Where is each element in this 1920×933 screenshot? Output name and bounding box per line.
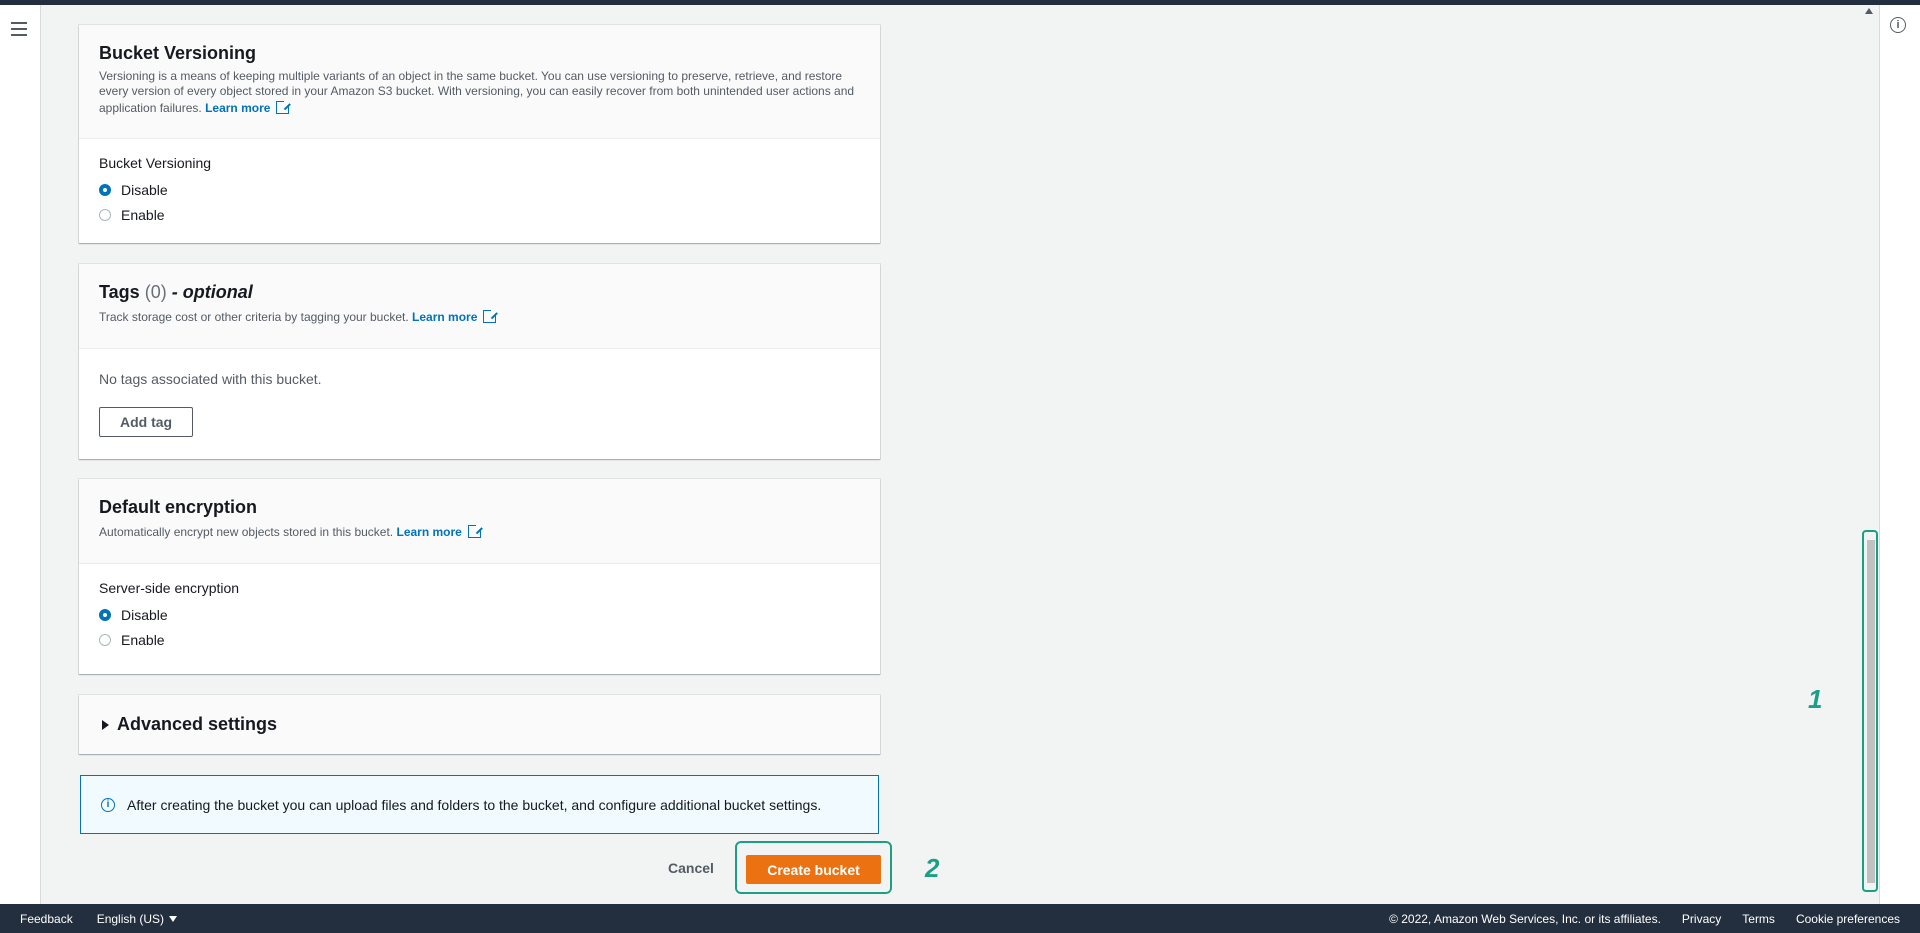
privacy-link[interactable]: Privacy (1682, 912, 1721, 926)
panel-description: Versioning is a means of keeping multipl… (99, 69, 860, 116)
panel-body: Server-side encryption Disable Enable (79, 564, 880, 668)
scrollbar[interactable] (1862, 530, 1878, 892)
tags-panel: Tags (0) - optional Track storage cost o… (79, 264, 880, 459)
cookie-preferences-link[interactable]: Cookie preferences (1796, 912, 1900, 926)
top-bar (0, 0, 1920, 5)
scroll-up-arrow[interactable] (1865, 8, 1873, 14)
tags-title: Tags (99, 282, 140, 302)
right-tools-rail (1879, 5, 1920, 904)
create-bucket-button[interactable]: Create bucket (746, 855, 881, 884)
panel-body: Bucket Versioning Disable Enable (79, 139, 880, 243)
description-text: Automatically encrypt new objects stored… (99, 525, 394, 539)
radio-button[interactable] (99, 208, 111, 221)
info-icon: i (101, 797, 115, 812)
panel-description: Automatically encrypt new objects stored… (99, 523, 860, 540)
info-alert: i After creating the bucket you can uplo… (80, 775, 879, 834)
info-alert-text: After creating the bucket you can upload… (127, 796, 822, 813)
footer: Feedback English (US) © 2022, Amazon Web… (0, 904, 1920, 933)
radio-label: Disable (121, 606, 168, 623)
caret-right-icon (102, 719, 109, 730)
language-selector[interactable]: English (US) (96, 911, 178, 926)
panel-header: Default encryption Automatically encrypt… (79, 479, 880, 564)
default-encryption-panel: Default encryption Automatically encrypt… (79, 479, 880, 674)
create-bucket-highlight: Create bucket (735, 841, 892, 894)
field-label: Bucket Versioning (99, 155, 212, 171)
panel-title: Bucket Versioning (99, 43, 257, 63)
left-nav-rail (0, 5, 41, 904)
empty-tags-text: No tags associated with this bucket. (99, 371, 322, 387)
panel-title: Tags (0) - optional (99, 282, 860, 303)
radio-label: Disable (121, 181, 168, 198)
panel-description: Track storage cost or other criteria by … (99, 308, 860, 325)
menu-icon[interactable] (11, 22, 27, 36)
description-text: Track storage cost or other criteria by … (99, 310, 409, 324)
radio-disable[interactable]: Disable (99, 602, 860, 627)
learn-more-link[interactable]: Learn more (412, 310, 477, 324)
optional-label: - optional (171, 282, 253, 302)
radio-button-checked[interactable] (99, 183, 111, 196)
external-link-icon (483, 309, 498, 323)
language-label: English (US) (96, 911, 165, 926)
terms-link[interactable]: Terms (1742, 912, 1775, 926)
tags-count: (0) (144, 282, 167, 302)
panel-body: No tags associated with this bucket. Add… (79, 349, 880, 453)
advanced-settings-title: Advanced settings (117, 714, 278, 734)
caret-down-icon (169, 915, 178, 922)
radio-label: Enable (121, 631, 165, 648)
advanced-settings-expander[interactable]: Advanced settings (79, 695, 880, 754)
cancel-button[interactable]: Cancel (668, 860, 714, 876)
add-tag-button[interactable]: Add tag (99, 407, 194, 437)
info-icon[interactable]: i (1890, 17, 1906, 33)
radio-button-checked[interactable] (99, 608, 111, 621)
panel-header: Tags (0) - optional Track storage cost o… (79, 264, 880, 349)
field-label: Server-side encryption (99, 580, 240, 596)
radio-label: Enable (121, 206, 165, 223)
panel-title: Default encryption (99, 497, 258, 517)
learn-more-link[interactable]: Learn more (396, 525, 461, 539)
external-link-icon (467, 524, 482, 538)
copyright-text: © 2022, Amazon Web Services, Inc. or its… (1389, 911, 1661, 926)
radio-button[interactable] (99, 633, 111, 646)
panel-header: Bucket Versioning Versioning is a means … (79, 25, 880, 139)
radio-enable[interactable]: Enable (99, 627, 860, 652)
scrollbar-thumb[interactable] (1867, 540, 1875, 883)
feedback-link[interactable]: Feedback (20, 912, 73, 926)
learn-more-link[interactable]: Learn more (205, 101, 270, 115)
bucket-versioning-panel: Bucket Versioning Versioning is a means … (79, 25, 880, 243)
radio-disable[interactable]: Disable (99, 177, 860, 202)
annotation-marker-1: 1 (1808, 684, 1823, 714)
annotation-marker-2: 2 (925, 853, 940, 883)
radio-enable[interactable]: Enable (99, 202, 860, 227)
external-link-icon (276, 100, 291, 114)
